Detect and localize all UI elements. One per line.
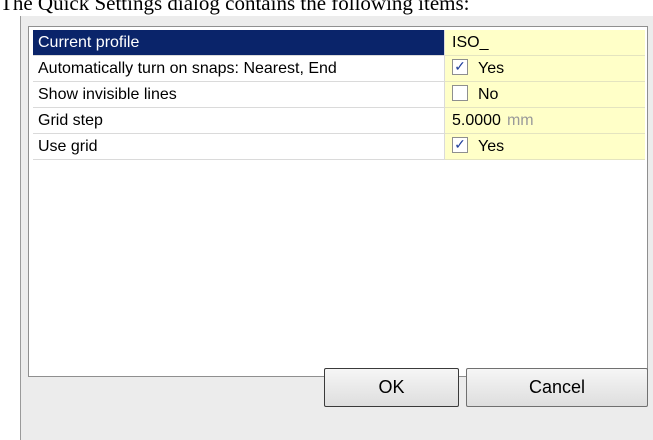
property-name: Show invisible lines [33,82,445,108]
grid-step-value[interactable]: 5.0000 mm [445,108,645,134]
use-grid-checkbox[interactable]: ✓ [452,135,468,153]
property-name: Current profile [33,30,445,56]
ok-button[interactable]: OK [324,368,459,407]
property-row-grid-step[interactable]: Grid step 5.0000 mm [33,108,645,134]
checkmark-icon: ✓ [454,57,466,74]
auto-snaps-label: Yes [478,60,505,77]
quick-settings-dialog: Current profile ISO_ Automatically turn … [20,16,653,440]
property-name: Use grid [33,134,445,160]
show-invisible-lines-checkbox[interactable] [452,84,468,101]
use-grid-value[interactable]: ✓ Yes [445,134,645,160]
current-profile-value[interactable]: ISO_ [445,30,645,56]
use-grid-label: Yes [478,138,505,155]
show-invisible-lines-value[interactable]: No [445,82,645,108]
auto-snaps-checkbox[interactable]: ✓ [452,57,468,75]
property-row-show-invisible-lines[interactable]: Show invisible lines No [33,82,645,108]
property-name: Grid step [33,108,445,134]
property-row-auto-snaps[interactable]: Automatically turn on snaps: Nearest, En… [33,56,645,82]
property-name: Automatically turn on snaps: Nearest, En… [33,56,445,82]
property-row-current-profile[interactable]: Current profile ISO_ [33,30,645,56]
cancel-button[interactable]: Cancel [466,368,648,407]
property-row-use-grid[interactable]: Use grid ✓ Yes [33,134,645,160]
property-grid: Current profile ISO_ Automatically turn … [28,26,648,377]
grid-step-unit: mm [506,112,534,129]
checkmark-icon: ✓ [454,135,466,152]
show-invisible-lines-label: No [478,86,499,103]
auto-snaps-value[interactable]: ✓ Yes [445,56,645,82]
